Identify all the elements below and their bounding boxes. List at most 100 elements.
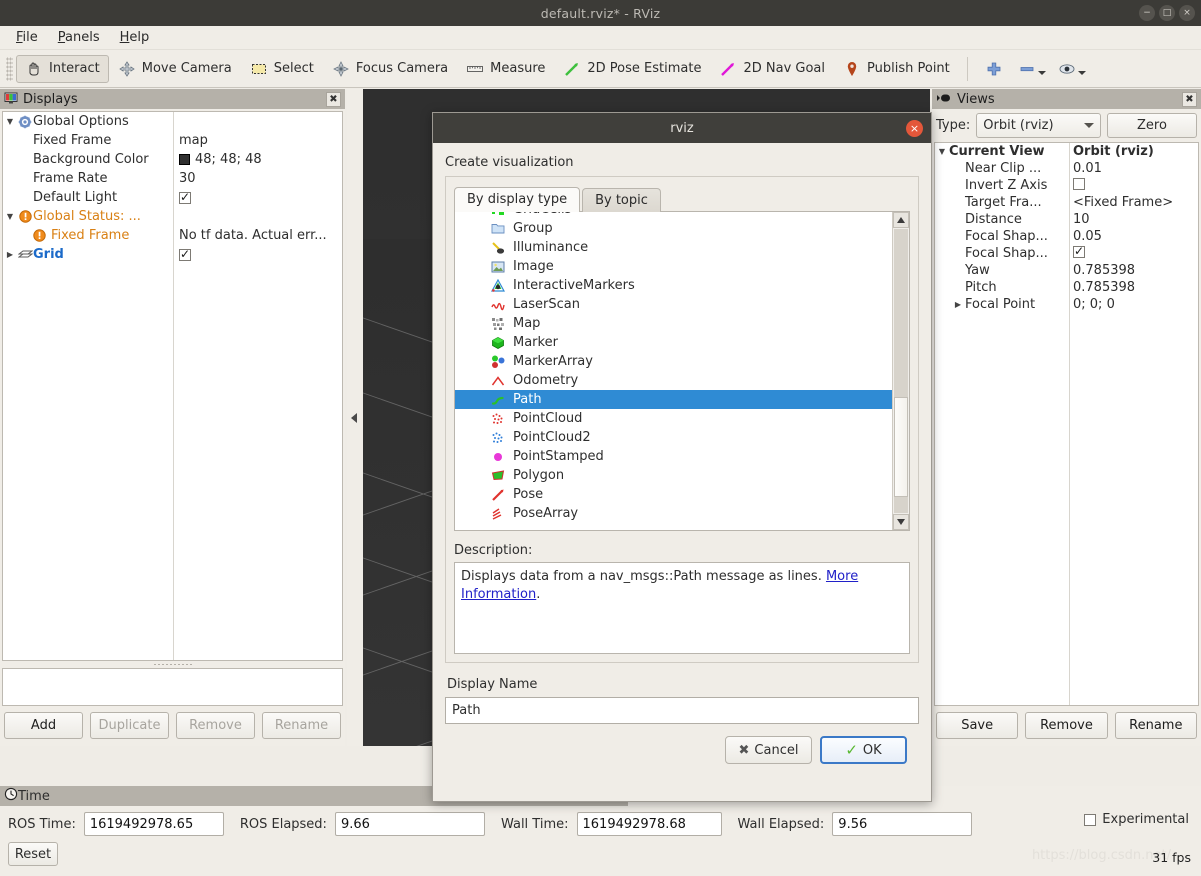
list-item[interactable]: InteractiveMarkers	[455, 276, 892, 295]
row-value-frame-rate[interactable]: 30	[173, 171, 342, 186]
zero-button[interactable]: Zero	[1107, 113, 1197, 138]
view-type-select[interactable]: Orbit (rviz)	[976, 113, 1101, 138]
chevron-down-icon-2[interactable]	[1077, 70, 1086, 75]
table-row[interactable]: ▶ Focal Point 0; 0; 0	[935, 296, 1198, 313]
table-row[interactable]: Pitch 0.785398	[935, 279, 1198, 296]
table-row[interactable]: ▼ Current View Orbit (rviz)	[935, 143, 1198, 160]
twisty-focal-point[interactable]: ▶	[951, 300, 965, 309]
tab-by-display-type[interactable]: By display type	[454, 187, 581, 212]
table-row[interactable]: Focal Shap... 0.05	[935, 228, 1198, 245]
list-item[interactable]: Map	[455, 314, 892, 333]
list-item[interactable]: MarkerArray	[455, 352, 892, 371]
ros-elapsed-input[interactable]: 9.66	[334, 812, 485, 836]
twisty-global-status[interactable]: ▼	[3, 212, 17, 221]
scroll-up-button[interactable]	[893, 212, 909, 228]
default-light-checkbox[interactable]	[179, 191, 191, 204]
tool-publish-point[interactable]: Publish Point	[834, 55, 959, 83]
views-row-value-focal-shape-size[interactable]: 0.05	[1069, 229, 1198, 244]
twisty-global-options[interactable]: ▼	[3, 117, 17, 126]
list-item[interactable]: PointStamped	[455, 447, 892, 466]
views-row-value-distance[interactable]: 10	[1069, 212, 1198, 227]
tool-visibility[interactable]	[1052, 58, 1092, 80]
views-row-value-target-frame[interactable]: <Fixed Frame>	[1069, 195, 1198, 210]
list-item[interactable]: PointCloud	[455, 409, 892, 428]
list-item[interactable]: Marker	[455, 333, 892, 352]
table-row[interactable]: Invert Z Axis	[935, 177, 1198, 194]
displays-panel-close[interactable]: ✖	[326, 91, 341, 107]
experimental-toggle[interactable]: Experimental	[1084, 812, 1189, 827]
minimize-button[interactable]: −	[1139, 5, 1155, 21]
views-save-button[interactable]: Save	[936, 712, 1019, 739]
listbox-scrollbar[interactable]	[892, 212, 909, 530]
display-type-listbox[interactable]: GridCells Group Illuminance Imag	[454, 211, 910, 531]
views-rename-button[interactable]: Rename	[1114, 712, 1197, 739]
tool-interact[interactable]: Interact	[16, 54, 109, 83]
views-panel-close[interactable]: ✖	[1182, 91, 1197, 107]
tool-focus-camera[interactable]: Focus Camera	[323, 55, 457, 83]
views-row-value-invert-z[interactable]	[1069, 177, 1198, 194]
row-value-default-light[interactable]	[173, 191, 342, 204]
reset-button[interactable]: Reset	[8, 842, 58, 866]
wall-time-input[interactable]: 1619492978.68	[576, 812, 722, 836]
views-tree[interactable]: ▼ Current View Orbit (rviz) Near Clip ..…	[934, 142, 1199, 706]
list-item[interactable]: Illuminance	[455, 238, 892, 257]
views-row-value-yaw[interactable]: 0.785398	[1069, 263, 1198, 278]
list-item[interactable]: Group	[455, 219, 892, 238]
tool-2d-nav-goal[interactable]: 2D Nav Goal	[710, 55, 834, 83]
experimental-checkbox[interactable]	[1084, 813, 1097, 826]
wall-elapsed-input[interactable]: 9.56	[832, 812, 973, 836]
views-row-value-focal-point[interactable]: 0; 0; 0	[1069, 297, 1198, 312]
row-value-grid[interactable]	[173, 248, 342, 261]
tab-by-topic[interactable]: By topic	[582, 188, 661, 212]
display-name-input[interactable]: Path	[445, 697, 919, 724]
focal-shape-fixed-checkbox[interactable]	[1073, 245, 1085, 258]
table-row[interactable]: Near Clip ... 0.01	[935, 160, 1198, 177]
tool-add-panel[interactable]	[976, 55, 1012, 83]
list-item[interactable]: Image	[455, 257, 892, 276]
views-row-value-near-clip[interactable]: 0.01	[1069, 161, 1198, 176]
list-item[interactable]: PointCloud2	[455, 428, 892, 447]
close-button[interactable]: ×	[1179, 5, 1195, 21]
list-item[interactable]: Odometry	[455, 371, 892, 390]
table-row[interactable]: Distance 10	[935, 211, 1198, 228]
list-item[interactable]: Polygon	[455, 466, 892, 485]
row-value-fixed-frame[interactable]: map	[173, 133, 342, 148]
grid-enabled-checkbox[interactable]	[179, 248, 191, 261]
list-item[interactable]: LaserScan	[455, 295, 892, 314]
displays-splitter[interactable]	[0, 661, 345, 668]
menu-file[interactable]: File	[8, 28, 46, 47]
tool-2d-pose-estimate[interactable]: 2D Pose Estimate	[554, 55, 710, 83]
add-button[interactable]: Add	[4, 712, 83, 739]
menu-help[interactable]: Help	[112, 28, 158, 47]
tool-measure[interactable]: Measure	[457, 55, 554, 83]
views-row-value-focal-shape-fixed[interactable]	[1069, 245, 1198, 262]
tool-move-camera[interactable]: Move Camera	[109, 55, 241, 83]
maximize-button[interactable]: □	[1159, 5, 1175, 21]
scrollbar-thumb[interactable]	[894, 397, 908, 497]
twisty-grid[interactable]: ▶	[3, 250, 17, 259]
chevron-down-icon[interactable]	[1037, 70, 1046, 75]
displays-tree[interactable]: ▼ Global Options Fixed Frame map Backgro…	[2, 111, 343, 661]
panel-collapse-handle[interactable]	[347, 89, 361, 746]
cancel-button[interactable]: ✖ Cancel	[725, 736, 812, 764]
list-item[interactable]: Pose	[455, 485, 892, 504]
menu-panels[interactable]: Panels	[50, 28, 108, 47]
tool-select[interactable]: Select	[241, 55, 323, 83]
views-row-value-pitch[interactable]: 0.785398	[1069, 280, 1198, 295]
table-row[interactable]: Target Fra... <Fixed Frame>	[935, 194, 1198, 211]
twisty-current-view[interactable]: ▼	[935, 147, 949, 156]
scroll-down-button[interactable]	[893, 514, 909, 530]
row-value-background-color-wrap[interactable]: 48; 48; 48	[173, 152, 342, 167]
tool-remove-panel[interactable]	[1012, 58, 1052, 80]
views-remove-button[interactable]: Remove	[1025, 712, 1108, 739]
list-item[interactable]: PoseArray	[455, 504, 892, 523]
ros-time-input[interactable]: 1619492978.65	[83, 812, 224, 836]
toolbar-grip[interactable]	[6, 56, 13, 81]
dialog-close-button[interactable]: ×	[906, 120, 923, 137]
list-item-path-selected[interactable]: Path	[455, 390, 892, 409]
ok-button[interactable]: ✓ OK	[820, 736, 907, 764]
list-item[interactable]: GridCells	[455, 212, 892, 219]
table-row[interactable]: Focal Shap...	[935, 245, 1198, 262]
table-row[interactable]: Yaw 0.785398	[935, 262, 1198, 279]
invert-z-axis-checkbox[interactable]	[1073, 177, 1085, 190]
